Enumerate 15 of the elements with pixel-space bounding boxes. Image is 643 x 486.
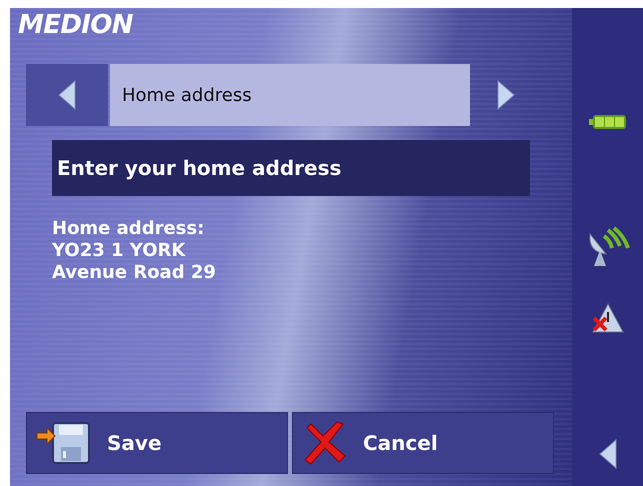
previous-button[interactable] [26,64,108,126]
save-button[interactable]: Save [26,412,288,474]
cancel-button[interactable]: Cancel [292,412,554,474]
right-arrow-icon [497,80,515,110]
left-arrow-icon [598,439,616,469]
floppy-disk-icon [35,421,91,465]
left-arrow-icon [58,80,76,110]
battery-icon [588,114,626,130]
address-line: Avenue Road 29 [52,262,216,284]
selector-field[interactable]: Home address [110,64,470,126]
heading-bar: Enter your home address [52,140,530,196]
address-line: YO23 1 YORK [52,240,186,262]
logo: MEDION [18,10,133,40]
warning-sign-icon [590,302,624,334]
address-line: Home address: [52,218,204,240]
